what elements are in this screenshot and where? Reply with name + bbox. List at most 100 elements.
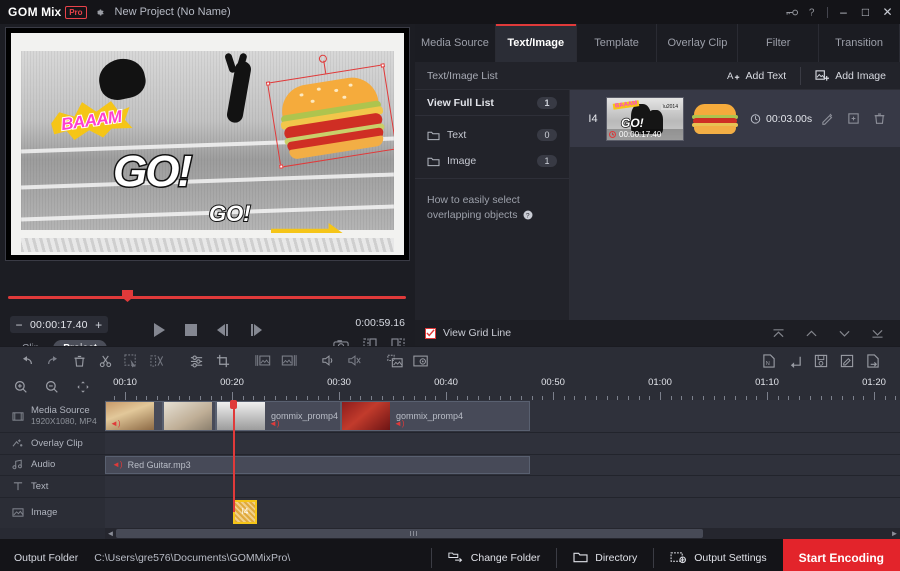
ruler-label: 00:30 — [327, 377, 351, 388]
minimize-button[interactable]: – — [837, 5, 850, 19]
audio-clip[interactable]: ◄) Red Guitar.mp3 — [105, 456, 530, 475]
export-project-icon[interactable] — [860, 347, 886, 375]
move-to-top-icon[interactable] — [772, 328, 785, 339]
maximize-button[interactable]: □ — [859, 5, 872, 19]
adjust-icon[interactable] — [184, 347, 210, 375]
track-body-image[interactable]: I4 — [105, 498, 900, 528]
tab-transition[interactable]: Transition — [819, 24, 900, 62]
silhouette-fingers — [225, 53, 251, 75]
add-image-button[interactable]: Add Image — [801, 62, 900, 90]
media-clip[interactable]: ◄) — [105, 401, 163, 431]
scroll-track[interactable] — [116, 529, 889, 538]
playhead-handle[interactable] — [230, 400, 237, 409]
ruler-label: 00:20 — [220, 377, 244, 388]
start-encoding-button[interactable]: Start Encoding — [783, 539, 900, 571]
view-full-list-row[interactable]: View Full List 1 — [415, 90, 569, 116]
tab-filter[interactable]: Filter — [738, 24, 819, 62]
key-icon[interactable] — [785, 7, 799, 18]
stop-button[interactable] — [184, 323, 198, 337]
track-label-overlay-clip[interactable]: Overlay Clip — [0, 433, 105, 454]
seek-handle[interactable] — [122, 290, 133, 302]
mute-icon[interactable] — [342, 347, 368, 375]
preview-icon[interactable] — [408, 347, 434, 375]
delete-icon[interactable] — [66, 347, 92, 375]
resize-handle-tl[interactable] — [266, 81, 271, 86]
media-clip[interactable]: gommix_promp4 ◄) — [341, 401, 530, 431]
rotate-handle[interactable] — [318, 54, 327, 63]
next-frame-button[interactable] — [248, 323, 264, 337]
clip-thumbnail — [164, 402, 212, 430]
move-down-icon[interactable] — [838, 328, 851, 339]
resize-handle-tr[interactable] — [380, 63, 385, 68]
save-project-icon[interactable] — [808, 347, 834, 375]
volume-icon[interactable] — [316, 347, 342, 375]
scroll-right-icon[interactable]: ► — [889, 529, 900, 538]
timeline-ruler[interactable]: 00:1000:2000:3000:4000:5001:0001:1001:20… — [105, 374, 900, 400]
undo-icon[interactable] — [14, 347, 40, 375]
close-button[interactable]: ✕ — [881, 5, 894, 19]
new-project-icon[interactable]: N — [756, 347, 782, 375]
add-image-icon — [815, 69, 830, 82]
play-button[interactable] — [152, 322, 167, 338]
list-item-image[interactable]: Image 1 — [415, 148, 569, 174]
edit-project-icon[interactable] — [834, 347, 860, 375]
edit-icon[interactable] — [821, 112, 834, 125]
help-circle-icon[interactable]: ? — [523, 210, 533, 220]
track-body-overlay-clip[interactable] — [105, 433, 900, 454]
tab-template[interactable]: Template — [577, 24, 658, 62]
view-grid-line-checkbox[interactable] — [425, 328, 436, 339]
split-icon[interactable] — [144, 347, 170, 375]
comic-panel-divider — [11, 230, 404, 237]
timeline-hscrollbar[interactable]: ◄ ► — [105, 528, 900, 539]
duplicate-icon[interactable] — [847, 112, 860, 125]
delete-icon[interactable] — [873, 112, 886, 125]
svg-text:N: N — [766, 361, 770, 367]
title-bar: GOM Mix Pro New Project (No Name) ? – □ … — [0, 0, 900, 24]
track-label-media-source[interactable]: Media Source 1920X1080, MP4 — [0, 400, 105, 432]
track-body-audio[interactable]: ◄) Red Guitar.mp3 — [105, 455, 900, 476]
video-preview[interactable]: BAAAM GO! GO! THIS W — [5, 27, 410, 261]
ruler-tick — [767, 392, 768, 400]
tab-text-image[interactable]: Text/Image — [496, 24, 577, 62]
fit-icon[interactable] — [76, 380, 90, 394]
tab-overlay-clip[interactable]: Overlay Clip — [657, 24, 738, 62]
svg-text:?: ? — [526, 213, 530, 220]
scroll-thumb[interactable] — [116, 529, 703, 538]
image-clip[interactable]: I4 — [233, 500, 257, 524]
open-project-icon[interactable] — [782, 347, 808, 375]
help-icon[interactable]: ? — [808, 6, 818, 18]
track-label-text[interactable]: Text — [0, 476, 105, 497]
timeline-playhead[interactable] — [233, 400, 235, 512]
cut-icon[interactable] — [92, 347, 118, 375]
overlay-add-icon[interactable] — [382, 347, 408, 375]
move-to-bottom-icon[interactable] — [871, 328, 884, 339]
prev-frame-button[interactable] — [215, 323, 231, 337]
directory-button[interactable]: Directory — [557, 539, 653, 571]
track-body-text[interactable] — [105, 476, 900, 497]
redo-icon[interactable] — [40, 347, 66, 375]
media-clip[interactable]: go... — [163, 401, 216, 431]
scroll-left-icon[interactable]: ◄ — [105, 529, 116, 538]
crop-icon[interactable] — [210, 347, 236, 375]
output-settings-button[interactable]: Output Settings — [654, 539, 782, 571]
track-label-audio[interactable]: Audio — [0, 455, 105, 476]
change-folder-button[interactable]: Change Folder — [432, 539, 556, 571]
zoom-in-icon[interactable] — [14, 380, 28, 394]
right-panel: Media Source Text/Image Template Overlay… — [415, 24, 900, 346]
track-label-image[interactable]: Image — [0, 498, 105, 528]
list-item[interactable]: I4 BAAAM GO! \u2014 00:00:17.40 — [570, 90, 900, 148]
trim-start-icon[interactable] — [250, 347, 276, 375]
zoom-out-icon[interactable] — [45, 380, 59, 394]
add-text-button[interactable]: A Add Text — [713, 62, 801, 90]
selection-box[interactable] — [267, 64, 394, 167]
track-body-media-source[interactable]: ◄) go... gommix_promp4 ◄) gommix_promp4 — [105, 400, 900, 432]
gear-icon[interactable] — [94, 7, 105, 18]
list-item-text[interactable]: Text 0 — [415, 122, 569, 148]
trim-end-icon[interactable] — [276, 347, 302, 375]
resize-handle-bl[interactable] — [279, 164, 284, 169]
tab-media-source[interactable]: Media Source — [415, 24, 496, 62]
seek-bar[interactable] — [8, 296, 406, 299]
move-up-icon[interactable] — [805, 328, 818, 339]
overlap-help-text[interactable]: How to easily select overlapping objects… — [415, 183, 569, 233]
select-icon[interactable] — [118, 347, 144, 375]
